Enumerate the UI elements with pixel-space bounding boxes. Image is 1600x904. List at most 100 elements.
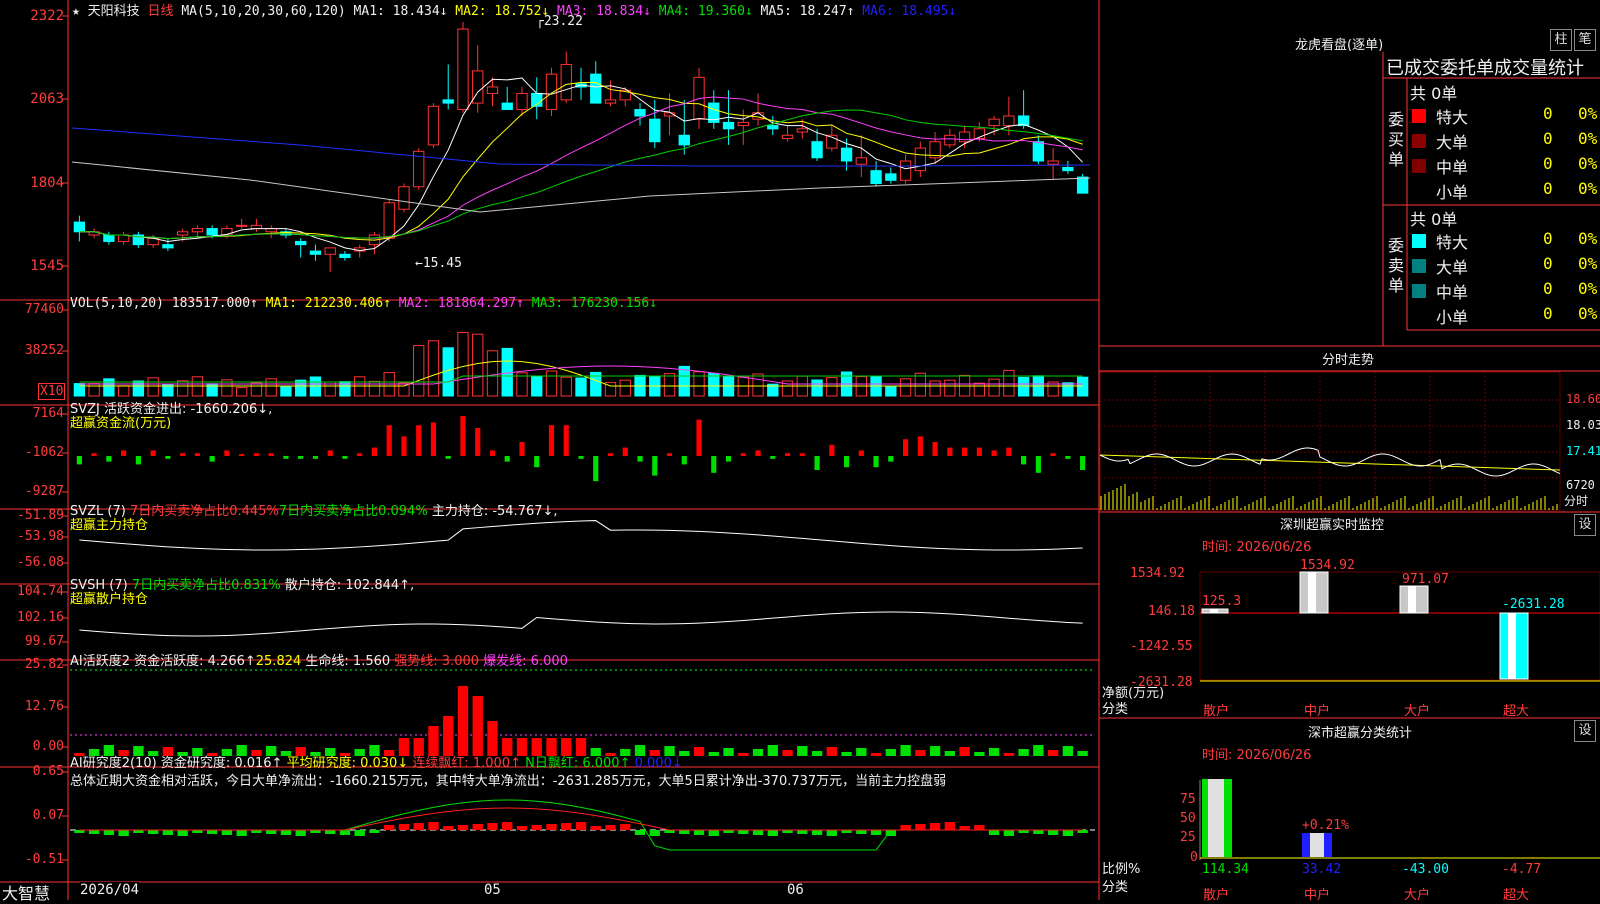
candle-body: [781, 134, 794, 139]
candle-body: [1062, 166, 1074, 172]
flow-bar: [1065, 456, 1071, 459]
flow-bar: [430, 422, 437, 456]
brand-logo: 大智慧: [2, 884, 51, 903]
flow-bar: [519, 442, 525, 456]
research-bar: [502, 822, 513, 830]
flow-bar: [681, 456, 687, 465]
szcls-title: 深市超赢分类统计: [1308, 726, 1413, 741]
low-annotation: ←15.45: [415, 256, 462, 271]
lhb-subtitle: 已成交委托单成交量统计: [1386, 58, 1584, 79]
flow-bar: [962, 447, 968, 456]
szcls-cat-1: 中户: [1304, 888, 1331, 903]
flow-bar: [357, 453, 363, 456]
flow-bar: [947, 447, 953, 456]
sell-total: 共 0单: [1410, 210, 1458, 229]
candle-body: [796, 128, 808, 133]
favorite-star-icon[interactable]: ★: [72, 4, 80, 19]
candle-body: [324, 247, 336, 255]
activity-bar: [708, 752, 719, 756]
research-bar: [1062, 830, 1074, 836]
research-bar: [531, 825, 542, 830]
szcls-axis-1: 50: [1180, 811, 1196, 826]
axis-label: 0.07: [32, 808, 64, 823]
flow-bar: [696, 419, 702, 456]
research-bar: [1033, 830, 1044, 834]
candle-body: [634, 109, 646, 117]
order-row-label: 大单: [1436, 258, 1469, 277]
research-bar: [457, 825, 469, 830]
flow-bar: [548, 425, 555, 456]
research-bar: [103, 830, 115, 835]
szcls-settings-button[interactable]: 设: [1574, 720, 1596, 742]
research-bar: [472, 824, 483, 830]
flow-bar: [873, 456, 879, 468]
candle-body: [604, 99, 617, 104]
flow-bar: [239, 454, 245, 456]
svzl-sub: 超赢主力持仓: [70, 518, 149, 533]
research-bar: [767, 830, 778, 836]
candle-body: [1076, 176, 1089, 194]
volume-bar: [826, 377, 838, 397]
szmon-settings-button[interactable]: 设: [1574, 514, 1596, 536]
legend-swatch: [1412, 159, 1426, 173]
tick-mode-button[interactable]: 笔: [1574, 29, 1596, 51]
szmon-bar-shine: [1408, 586, 1416, 613]
flow-bar: [460, 416, 466, 456]
research-bar: [856, 830, 867, 834]
flow-bar: [386, 425, 392, 456]
flow-bar: [607, 453, 614, 456]
volume-bar: [899, 378, 912, 397]
axis-label: -56.08: [17, 555, 64, 570]
szcls-val-1: 33.42: [1302, 862, 1342, 877]
sell-side-label: 委卖单: [1388, 236, 1405, 295]
axis-label: 1545: [30, 258, 64, 274]
axis-label: 0.00: [32, 739, 64, 754]
ma1-value: MA1: 18.434↓: [353, 4, 448, 19]
candle-body: [560, 63, 572, 101]
volume-bar: [117, 385, 130, 397]
szcls-xlabel: 分类: [1102, 880, 1129, 895]
flow-bar: [327, 450, 333, 456]
period-label[interactable]: 日线: [148, 4, 174, 19]
research-bar: [325, 830, 336, 834]
fenshi-unit: 分时: [1564, 494, 1589, 508]
research-bar: [575, 822, 587, 830]
flow-bar: [224, 450, 230, 456]
fenshi-area: [1099, 371, 1561, 511]
vol-unit[interactable]: X10: [38, 383, 66, 400]
research-bar: [590, 826, 601, 830]
order-row-pct: 0%: [1578, 254, 1598, 273]
flow-bar: [401, 436, 407, 456]
research-bar: [634, 830, 646, 835]
volume-bar: [427, 340, 440, 397]
flow-bar: [932, 442, 938, 456]
axis-label: -1062: [24, 445, 64, 460]
candle-body: [103, 234, 115, 242]
flow-bar: [1006, 447, 1012, 456]
flow-bar: [371, 447, 378, 456]
volume-bar: [663, 373, 676, 397]
ai1-header: AI活跃度2 资金活跃度: 4.266↑25.824 生命线: 1.560 强势…: [70, 654, 568, 669]
activity-bar: [723, 748, 734, 756]
volume-bar: [619, 379, 631, 397]
ma-line: [79, 77, 1083, 251]
candle-body: [899, 160, 912, 181]
candle-body: [767, 125, 779, 130]
activity-bar: [929, 746, 941, 756]
order-row-label: 特大: [1436, 233, 1469, 252]
axis-label: -53.98: [17, 529, 64, 544]
bar-mode-button[interactable]: 柱: [1550, 29, 1572, 51]
candle-body: [295, 240, 307, 246]
candle-body: [1003, 115, 1015, 127]
volume-bar: [457, 331, 469, 397]
candle-body: [501, 102, 513, 111]
szcls-val-0: 114.34: [1202, 862, 1249, 877]
candle-body: [1032, 141, 1045, 162]
szcls-cat-0: 散户: [1203, 888, 1230, 903]
order-row-pct: 0%: [1578, 229, 1598, 248]
flow-bar: [1050, 453, 1056, 456]
research-bar: [870, 830, 882, 835]
activity-bar: [944, 751, 956, 756]
candle-body: [236, 224, 248, 227]
volume-bar: [1017, 376, 1030, 397]
